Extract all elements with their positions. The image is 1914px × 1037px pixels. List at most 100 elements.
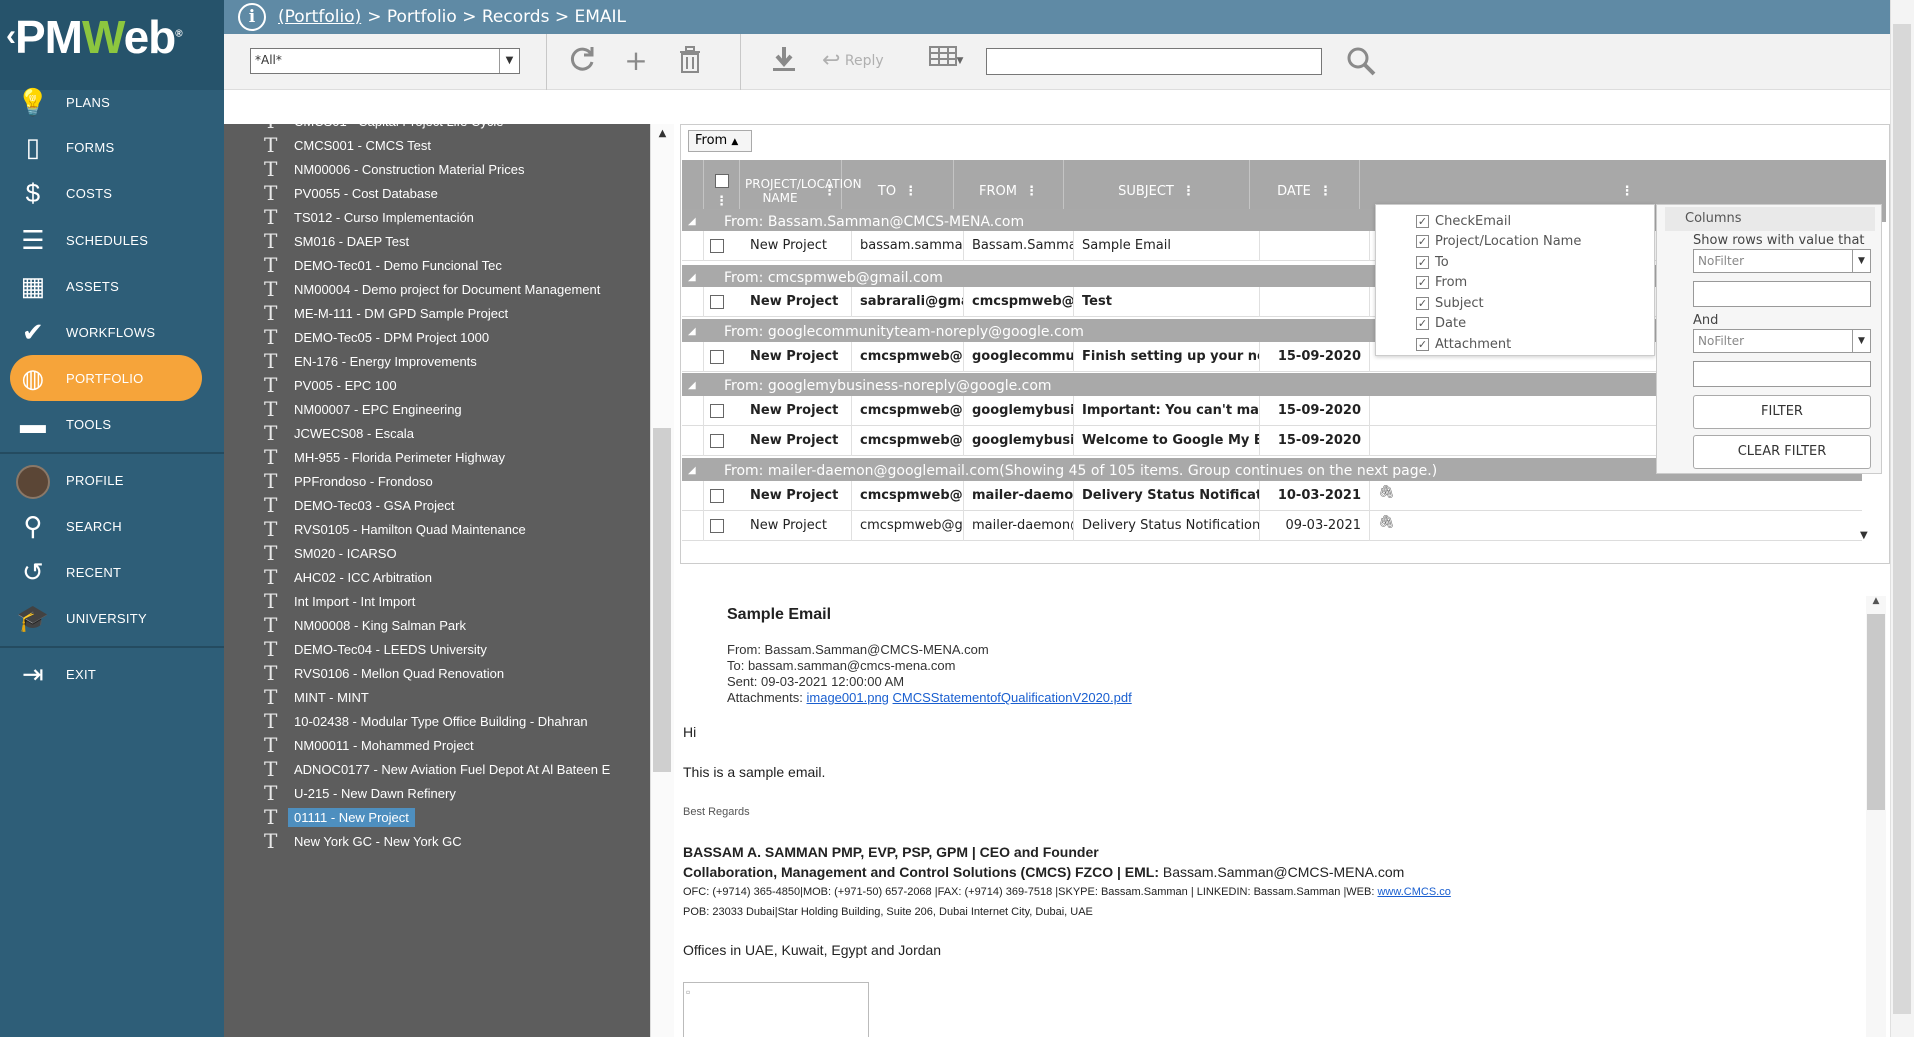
nav-item-recent[interactable]: ↺ RECENT — [0, 549, 224, 595]
nav-item-costs[interactable]: $ COSTS — [0, 170, 224, 216]
attachment-link[interactable]: image001.png — [807, 690, 889, 705]
tree-item[interactable]: T U-215 - New Dawn Refinery — [264, 781, 456, 805]
tree-item[interactable]: T TS012 - Curso Implementación — [264, 205, 474, 229]
filter-button[interactable]: FILTER — [1693, 395, 1871, 429]
kebab-menu-icon[interactable]: ⋮ — [1025, 184, 1038, 199]
row-checkbox[interactable] — [710, 350, 724, 364]
filter-operator-2[interactable]: NoFilter ▼ — [1693, 329, 1871, 353]
tree-item[interactable]: T 10-02438 - Modular Type Office Building… — [264, 709, 588, 733]
reply-button[interactable]: ↩ Reply — [822, 46, 884, 76]
nav-item-workflows[interactable]: ✔ WORKFLOWS — [0, 309, 224, 355]
breadcrumb-portfolio-link[interactable]: (Portfolio) — [278, 7, 361, 27]
column-toggle-from[interactable]: ✓ From — [1416, 273, 1467, 293]
group-by-chip[interactable]: From ▲ — [688, 130, 752, 152]
tree-item[interactable]: T SM016 - DAEP Test — [264, 229, 409, 253]
filter-value-2[interactable] — [1693, 361, 1871, 387]
tree-item[interactable]: T NM00004 - Demo project for Document Man… — [264, 277, 600, 301]
row-checkbox[interactable] — [710, 519, 724, 533]
tree-item[interactable]: T MINT - MINT — [264, 685, 369, 709]
nav-item-search[interactable]: ⚲ SEARCH — [0, 503, 224, 549]
tree-item[interactable]: TCMCS01 - Capital Project Life Cycle — [264, 124, 504, 133]
column-toggle-subject[interactable]: ✓ Subject — [1416, 293, 1484, 313]
tree-item[interactable]: T MH-955 - Florida Perimeter Highway — [264, 445, 505, 469]
grid-layout-button[interactable]: ▼ — [918, 44, 974, 78]
tree-item[interactable]: T RVS0105 - Hamilton Quad Maintenance — [264, 517, 526, 541]
tree-item[interactable]: T ME-M-111 - DM GPD Sample Project — [264, 301, 508, 325]
table-row[interactable]: New Projectcmcspmweb@gmamailer-daemon@gc… — [682, 481, 1862, 511]
row-checkbox[interactable] — [710, 239, 724, 253]
scroll-up-icon[interactable]: ▲ — [1866, 596, 1886, 606]
nav-item-portfolio[interactable]: ◍ PORTFOLIO — [0, 355, 224, 401]
table-row[interactable]: New Projectcmcspmweb@gmamailer-daemon@gc… — [682, 511, 1862, 541]
nav-item-assets[interactable]: ▦ ASSETS — [0, 263, 224, 309]
kebab-menu-icon[interactable]: ⋮ — [715, 194, 728, 209]
tree-item[interactable]: T DEMO-Tec04 - LEEDS University — [264, 637, 487, 661]
tree-item[interactable]: T SM020 - ICARSO — [264, 541, 397, 565]
column-toggle-attachment[interactable]: ✓ Attachment — [1416, 334, 1511, 354]
search-icon[interactable] — [1344, 44, 1378, 78]
tree-item[interactable]: T NM00007 - EPC Engineering — [264, 397, 462, 421]
scroll-up-icon[interactable]: ▲ — [651, 128, 674, 139]
tree-item[interactable]: T CMCS001 - CMCS Test — [264, 133, 431, 157]
row-checkbox[interactable] — [710, 295, 724, 309]
columns-menu-title[interactable]: Columns — [1665, 207, 1875, 231]
tree-item[interactable]: T AHC02 - ICC Arbitration — [264, 565, 432, 589]
tree-item[interactable]: T DEMO-Tec01 - Demo Funcional Tec — [264, 253, 502, 277]
delete-button[interactable] — [670, 44, 710, 78]
tree-item[interactable]: T PV005 - EPC 100 — [264, 373, 397, 397]
portfolio-filter-select[interactable]: *All* ▼ — [250, 48, 520, 74]
tree-item[interactable]: T New York GC - New York GC — [264, 829, 462, 853]
kebab-menu-icon[interactable]: ⋮ — [1621, 184, 1634, 199]
tree-item[interactable]: T PV0055 - Cost Database — [264, 181, 438, 205]
nav-item-schedules[interactable]: ☰ SCHEDULES — [0, 217, 224, 263]
pmweb-logo[interactable]: ‹PMWeb® — [0, 0, 224, 90]
tree-item[interactable]: T NM00011 - Mohammed Project — [264, 733, 474, 757]
nav-item-plans[interactable]: 💡 PLANS — [0, 79, 224, 125]
tree-item[interactable]: T JCWECS08 - Escala — [264, 421, 414, 445]
kebab-menu-icon[interactable]: ⋮ — [823, 184, 836, 199]
column-toggle-project-location-name[interactable]: ✓ Project/Location Name — [1416, 232, 1581, 252]
attachment-link[interactable]: CMCSStatementofQualificationV2020.pdf — [893, 690, 1132, 705]
tree-item[interactable]: T NM00006 - Construction Material Prices — [264, 157, 524, 181]
row-indent — [682, 231, 704, 261]
column-toggle-checkemail[interactable]: ✓ CheckEmail — [1416, 211, 1511, 231]
page-scroll-thumb[interactable] — [1893, 24, 1911, 1014]
nav-item-forms[interactable]: ▯ FORMS — [0, 124, 224, 170]
tree-item[interactable]: T DEMO-Tec05 - DPM Project 1000 — [264, 325, 489, 349]
filter-operator-1[interactable]: NoFilter ▼ — [1693, 249, 1871, 273]
tree-item[interactable]: T EN-176 - Energy Improvements — [264, 349, 477, 373]
nav-item-tools[interactable]: ▬ TOOLS — [0, 401, 224, 447]
add-button[interactable]: + — [616, 44, 656, 78]
tree-scroll-thumb[interactable] — [653, 428, 671, 772]
tree-item[interactable]: T Int Import - Int Import — [264, 589, 415, 613]
tree-item[interactable]: T ADNOC0177 - New Aviation Fuel Depot At … — [264, 757, 610, 781]
tree-item[interactable]: T DEMO-Tec03 - GSA Project — [264, 493, 454, 517]
filter-value-1[interactable] — [1693, 281, 1871, 307]
paperclip-icon[interactable]: 🖇 — [1378, 515, 1395, 530]
column-toggle-to[interactable]: ✓ To — [1416, 252, 1449, 272]
info-icon[interactable]: i — [238, 3, 266, 31]
row-checkbox[interactable] — [710, 434, 724, 448]
nav-item-profile[interactable]: PROFILE — [0, 457, 224, 503]
tree-item[interactable]: T 01111 - New Project — [264, 805, 415, 829]
preview-scroll-thumb[interactable] — [1867, 614, 1885, 810]
select-all-checkbox[interactable] — [714, 173, 729, 188]
column-toggle-date[interactable]: ✓ Date — [1416, 314, 1466, 334]
row-checkbox[interactable] — [710, 489, 724, 503]
nav-item-exit[interactable]: ⇥ EXIT — [0, 651, 224, 697]
refresh-button[interactable] — [562, 44, 602, 78]
kebab-menu-icon[interactable]: ⋮ — [904, 184, 917, 199]
kebab-menu-icon[interactable]: ⋮ — [1182, 184, 1195, 199]
clear-filter-button[interactable]: CLEAR FILTER — [1693, 435, 1871, 469]
kebab-menu-icon[interactable]: ⋮ — [1319, 184, 1332, 199]
tree-item[interactable]: T PPFrondoso - Frondoso — [264, 469, 433, 493]
search-input[interactable] — [986, 48, 1322, 75]
grid-scroll-down-icon[interactable]: ▼ — [1860, 530, 1868, 541]
tree-item[interactable]: T NM00008 - King Salman Park — [264, 613, 466, 637]
website-link[interactable]: www.CMCS.co — [1377, 886, 1450, 898]
nav-item-university[interactable]: 🎓 UNIVERSITY — [0, 595, 224, 641]
row-checkbox[interactable] — [710, 404, 724, 418]
download-button[interactable] — [764, 44, 804, 78]
paperclip-icon[interactable]: 🖇 — [1378, 485, 1395, 500]
tree-item[interactable]: T RVS0106 - Mellon Quad Renovation — [264, 661, 504, 685]
